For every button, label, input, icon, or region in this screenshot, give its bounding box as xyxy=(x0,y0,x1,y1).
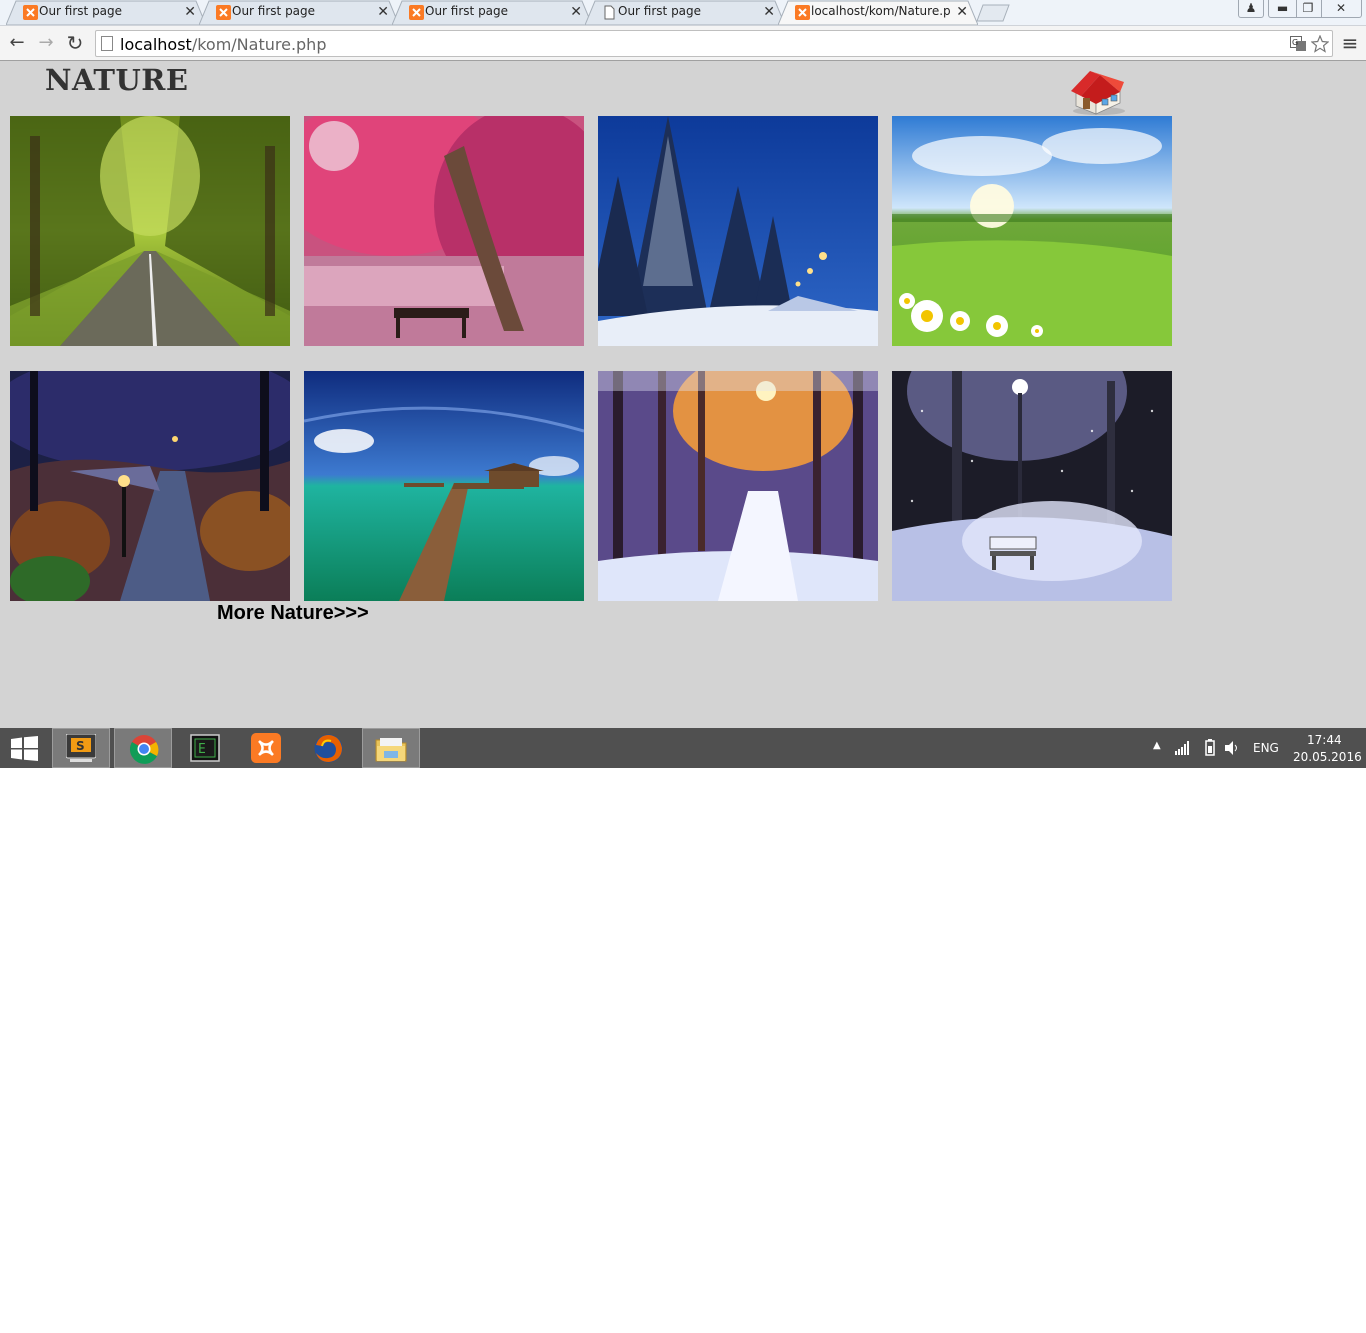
tab-2[interactable]: Our first page ✕ xyxy=(199,0,399,25)
snowy-pines-image xyxy=(598,116,878,346)
taskbar-xampp[interactable] xyxy=(238,728,296,768)
page-icon xyxy=(604,5,615,20)
network-signal-icon[interactable] xyxy=(1175,741,1191,755)
tropical-pier-image xyxy=(304,371,584,601)
back-button[interactable]: ← xyxy=(4,30,30,56)
xampp-icon xyxy=(216,5,231,20)
taskbar-chrome[interactable] xyxy=(114,728,172,768)
svg-text:E: E xyxy=(198,742,206,757)
tab-1[interactable]: Our first page ✕ xyxy=(6,0,206,25)
page-icon xyxy=(101,36,113,51)
xampp-icon xyxy=(795,5,810,20)
meadow-image xyxy=(892,116,1172,346)
tab-4[interactable]: Our first page ✕ xyxy=(585,0,785,25)
pink-tree-image xyxy=(304,116,584,346)
autumn-park-image xyxy=(10,371,290,601)
file-explorer-icon xyxy=(375,738,407,762)
sublime-text-icon: S xyxy=(66,734,96,762)
xampp-icon xyxy=(251,733,281,763)
reload-button[interactable]: ↻ xyxy=(62,30,88,56)
photo-snow-forest-sunset[interactable] xyxy=(598,371,878,601)
snow-forest-sunset-image xyxy=(598,371,878,601)
page-content: NATURE More Nature>>> xyxy=(0,61,1366,728)
xampp-icon xyxy=(409,5,424,20)
screen: Our first page ✕ Our first page ✕ Our fi… xyxy=(0,0,1366,768)
restore-button[interactable]: ❐ xyxy=(1295,0,1322,18)
photo-snowy-pines[interactable] xyxy=(598,116,878,346)
new-tab-button[interactable] xyxy=(975,4,1011,22)
tab-title: Our first page xyxy=(425,4,509,18)
photo-tropical-pier[interactable] xyxy=(304,371,584,601)
photo-road[interactable] xyxy=(10,116,290,346)
snowy-bench-image xyxy=(892,371,1172,601)
url-path: /kom/Nature.php xyxy=(191,35,327,54)
battery-icon[interactable] xyxy=(1205,739,1215,756)
clock-time[interactable]: 17:44 xyxy=(1307,733,1342,747)
url-text: localhost/kom/Nature.php xyxy=(120,35,326,54)
svg-text:G: G xyxy=(1292,38,1298,47)
house-icon[interactable] xyxy=(1068,66,1128,116)
taskbar-sublime[interactable]: S xyxy=(52,728,110,768)
input-language[interactable]: ENG xyxy=(1253,741,1279,755)
tab-close-icon[interactable]: ✕ xyxy=(763,2,775,22)
tab-title: localhost/kom/Nature.php xyxy=(811,4,951,18)
photo-pink-tree[interactable] xyxy=(304,116,584,346)
close-window-button[interactable]: ✕ xyxy=(1321,0,1362,18)
browser-toolbar: ← → ↻ localhost/kom/Nature.php G ≡ xyxy=(0,25,1366,61)
address-bar[interactable]: localhost/kom/Nature.php G xyxy=(95,30,1333,57)
volume-icon[interactable] xyxy=(1224,740,1240,756)
photo-snowy-bench[interactable] xyxy=(892,371,1172,601)
tab-strip: Our first page ✕ Our first page ✕ Our fi… xyxy=(0,0,1366,25)
url-host: localhost xyxy=(120,35,192,54)
xampp-icon xyxy=(23,5,38,20)
bookmark-star-icon[interactable] xyxy=(1311,35,1329,53)
terminal-icon: E xyxy=(190,734,220,762)
chrome-menu-button[interactable]: ≡ xyxy=(1337,30,1363,56)
tab-title: Our first page xyxy=(618,4,702,18)
forward-button[interactable]: → xyxy=(33,30,59,56)
tab-close-icon[interactable]: ✕ xyxy=(377,2,389,22)
taskbar: S E ▲ ENG 17:44 20.05.2016 xyxy=(0,728,1366,768)
tab-close-icon[interactable]: ✕ xyxy=(956,2,968,22)
profile-icon[interactable]: ♟ xyxy=(1238,0,1264,18)
photo-autumn-park[interactable] xyxy=(10,371,290,601)
photo-meadow[interactable] xyxy=(892,116,1172,346)
tab-close-icon[interactable]: ✕ xyxy=(184,2,196,22)
page-title: NATURE xyxy=(45,63,189,97)
chrome-icon xyxy=(129,735,159,764)
taskbar-terminal[interactable]: E xyxy=(176,728,234,768)
road-image xyxy=(10,116,290,346)
windows-start-icon[interactable] xyxy=(11,736,38,761)
svg-text:S: S xyxy=(76,739,85,753)
tab-title: Our first page xyxy=(232,4,316,18)
tab-close-icon[interactable]: ✕ xyxy=(570,2,582,22)
clock-date[interactable]: 20.05.2016 xyxy=(1293,750,1362,764)
tab-5-active[interactable]: localhost/kom/Nature.php ✕ xyxy=(778,0,978,25)
tab-title: Our first page xyxy=(39,4,123,18)
minimize-button[interactable]: ▬ xyxy=(1268,0,1297,18)
taskbar-file-explorer[interactable] xyxy=(362,728,420,768)
taskbar-firefox[interactable] xyxy=(300,728,358,768)
more-nature-link[interactable]: More Nature>>> xyxy=(217,602,369,625)
firefox-icon xyxy=(314,734,343,763)
translate-icon[interactable]: G xyxy=(1290,36,1307,52)
show-hidden-icons-arrow[interactable]: ▲ xyxy=(1153,740,1161,751)
tab-3[interactable]: Our first page ✕ xyxy=(392,0,592,25)
